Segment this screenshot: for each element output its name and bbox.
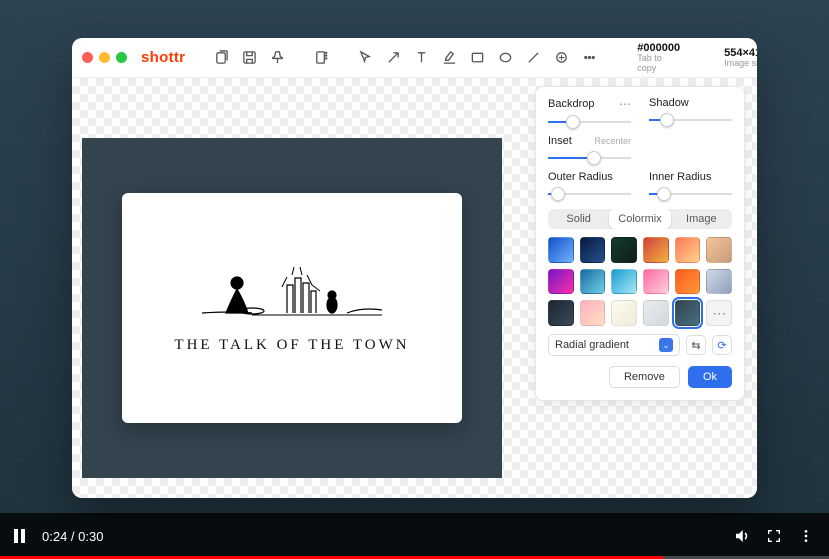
backdrop-frame[interactable]: THE TALK OF THE TOWN	[82, 138, 502, 478]
backdrop-label: Backdrop	[548, 98, 594, 110]
more-icon[interactable]	[581, 50, 597, 66]
inset-label: Inset	[548, 135, 572, 147]
pointer-icon[interactable]	[357, 50, 373, 66]
fill-tabs: Solid Colormix Image	[548, 209, 732, 229]
gradient-swatch[interactable]	[643, 300, 669, 326]
screenshot-card[interactable]: THE TALK OF THE TOWN	[122, 193, 462, 423]
counter-icon[interactable]	[553, 50, 569, 66]
copy-icon[interactable]	[213, 50, 229, 66]
backdrop-slider[interactable]	[548, 115, 631, 129]
toolbar-group-file	[213, 50, 285, 66]
gradient-type-value: Radial gradient	[555, 339, 629, 351]
zoom-window[interactable]	[116, 52, 127, 63]
pin-icon[interactable]	[269, 50, 285, 66]
outer-radius-label: Outer Radius	[548, 171, 613, 183]
fullscreen-icon[interactable]	[765, 527, 783, 545]
rect-icon[interactable]	[469, 50, 485, 66]
app-name: shottr	[141, 49, 185, 66]
select-caret-icon: ⌄	[659, 338, 673, 352]
toolbar-group-page	[313, 50, 329, 66]
image-size-status: 554×413pt Image size	[716, 47, 757, 69]
inset-slider[interactable]	[548, 151, 631, 165]
illustration	[192, 263, 392, 323]
backdrop-panel: Backdrop ⋯ Shadow Inset Recenter Outer Rad…	[535, 86, 745, 401]
card-motto: THE TALK OF THE TOWN	[174, 337, 409, 354]
tab-colormix[interactable]: Colormix	[609, 209, 670, 229]
gradient-swatch[interactable]	[706, 237, 732, 263]
outer-radius-slider[interactable]	[548, 187, 631, 201]
window-controls	[82, 52, 127, 63]
canvas-area: THE TALK OF THE TOWN Backdrop ⋯ Shadow In…	[72, 78, 757, 498]
gradient-swatch[interactable]	[580, 300, 606, 326]
gradient-swatch[interactable]	[675, 300, 701, 326]
shadow-slider[interactable]	[649, 113, 732, 127]
gradient-type-select[interactable]: Radial gradient ⌄	[548, 334, 680, 356]
refresh-icon[interactable]: ⟳	[712, 335, 732, 355]
color-status: #000000 Tab to copy	[629, 42, 688, 74]
gradient-swatch[interactable]	[580, 237, 606, 263]
inner-radius-slider[interactable]	[649, 187, 732, 201]
app-window: shottr #000000 Tab to copy	[72, 38, 757, 498]
gradient-swatch[interactable]	[548, 269, 574, 295]
minimize-window[interactable]	[99, 52, 110, 63]
gradient-swatch[interactable]	[580, 269, 606, 295]
gradient-swatch[interactable]	[548, 300, 574, 326]
gradient-swatches: ⋯	[548, 237, 732, 326]
more-swatches-icon[interactable]: ⋯	[706, 300, 732, 326]
page-icon[interactable]	[313, 50, 329, 66]
toolbar-group-annotate	[357, 50, 597, 66]
tab-image[interactable]: Image	[671, 209, 732, 229]
shadow-label: Shadow	[649, 97, 689, 109]
video-duration: 0:30	[78, 529, 103, 544]
inner-radius-label: Inner Radius	[649, 171, 711, 183]
recenter-button[interactable]: Recenter	[594, 136, 631, 146]
gradient-swatch[interactable]	[706, 269, 732, 295]
save-icon[interactable]	[241, 50, 257, 66]
video-controls: 0:24 / 0:30	[0, 513, 829, 559]
marker-icon[interactable]	[441, 50, 457, 66]
pause-button[interactable]	[14, 529, 28, 543]
text-icon[interactable]	[413, 50, 429, 66]
close-window[interactable]	[82, 52, 93, 63]
arrow-icon[interactable]	[385, 50, 401, 66]
volume-icon[interactable]	[733, 527, 751, 545]
gradient-swatch[interactable]	[548, 237, 574, 263]
kebab-icon[interactable]	[797, 527, 815, 545]
swap-icon[interactable]: ⇆	[686, 335, 706, 355]
oval-icon[interactable]	[497, 50, 513, 66]
gradient-swatch[interactable]	[643, 269, 669, 295]
titlebar: shottr #000000 Tab to copy	[72, 38, 757, 78]
gradient-swatch[interactable]	[611, 237, 637, 263]
ok-button[interactable]: Ok	[688, 366, 732, 388]
gradient-swatch[interactable]	[675, 237, 701, 263]
remove-button[interactable]: Remove	[609, 366, 680, 388]
gradient-swatch[interactable]	[611, 269, 637, 295]
video-current: 0:24	[42, 529, 67, 544]
image-size: 554×413pt	[724, 47, 757, 59]
color-hint: Tab to copy	[637, 54, 680, 74]
image-size-label: Image size	[724, 59, 757, 69]
gradient-swatch[interactable]	[611, 300, 637, 326]
color-hex: #000000	[637, 42, 680, 54]
tab-solid[interactable]: Solid	[548, 209, 609, 229]
backdrop-more-icon[interactable]: ⋯	[619, 97, 631, 111]
line-icon[interactable]	[525, 50, 541, 66]
video-time: 0:24 / 0:30	[42, 529, 103, 544]
gradient-swatch[interactable]	[643, 237, 669, 263]
gradient-swatch[interactable]	[675, 269, 701, 295]
